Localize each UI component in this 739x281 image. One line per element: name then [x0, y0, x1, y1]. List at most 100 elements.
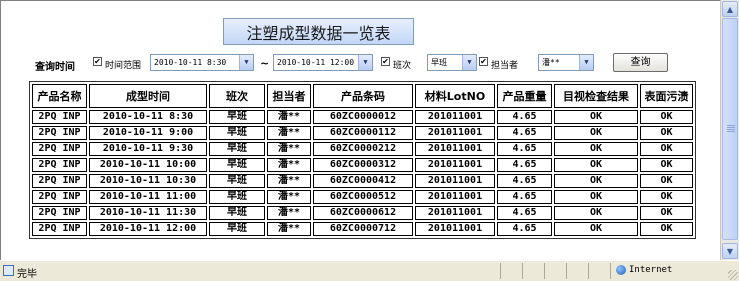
- table-row: 2PQ INP 2010-10-11 12:00 早班 潘** 60ZC0000712 2…: [32, 222, 693, 236]
- column-header: 班次: [209, 84, 265, 108]
- table-cell: 4.65: [497, 174, 552, 188]
- table-cell: OK: [554, 190, 638, 204]
- table-cell: 201011001: [415, 190, 495, 204]
- table-cell: 60ZC0000012: [313, 110, 413, 124]
- scrollbar-thumb[interactable]: [722, 18, 738, 240]
- column-header: 成型时间: [89, 84, 207, 108]
- scroll-up-arrow-icon[interactable]: ▲: [722, 1, 738, 17]
- table-cell: 2010-10-11 8:30: [89, 110, 207, 124]
- table-cell: 早班: [209, 158, 265, 172]
- table-cell: 2PQ INP: [32, 142, 87, 156]
- table-cell: 2PQ INP: [32, 126, 87, 140]
- vertical-scrollbar[interactable]: ▲ ▼: [720, 0, 739, 260]
- status-bar: 完毕 Internet: [0, 260, 739, 281]
- table-cell: OK: [640, 174, 693, 188]
- start-time-value: 2010-10-11 8:30: [154, 58, 227, 67]
- column-header: 产品名称: [32, 84, 87, 108]
- table-cell: OK: [554, 174, 638, 188]
- table-cell: 2010-10-11 12:00: [89, 222, 207, 236]
- range-separator: ~: [260, 57, 270, 70]
- start-time-dropdown[interactable]: 2010-10-11 8:30 ▼: [150, 54, 254, 71]
- table-cell: 潘**: [267, 126, 311, 140]
- table-cell: OK: [554, 158, 638, 172]
- end-time-dropdown[interactable]: 2010-10-11 12:00 ▼: [273, 54, 373, 71]
- table-cell: 201011001: [415, 110, 495, 124]
- table-cell: 2PQ INP: [32, 174, 87, 188]
- table-cell: 2010-10-11 11:30: [89, 206, 207, 220]
- column-header: 产品条码: [313, 84, 413, 108]
- table-cell: 201011001: [415, 142, 495, 156]
- zone-text: Internet: [629, 265, 673, 275]
- table-row: 2PQ INP 2010-10-11 10:00 早班 潘** 60ZC0000312 2…: [32, 158, 693, 172]
- table-cell: 潘**: [267, 222, 311, 236]
- table-cell: 60ZC0000512: [313, 190, 413, 204]
- table-cell: 4.65: [497, 126, 552, 140]
- table-cell: 早班: [209, 206, 265, 220]
- table-cell: 201011001: [415, 126, 495, 140]
- table-cell: 4.65: [497, 222, 552, 236]
- globe-icon: [616, 265, 626, 275]
- chevron-down-icon[interactable]: ▼: [239, 55, 253, 70]
- time-range-checkbox[interactable]: ✔: [93, 57, 102, 66]
- page-title: 注塑成型数据一览表: [223, 18, 414, 45]
- table-cell: 2PQ INP: [32, 222, 87, 236]
- table-cell: 60ZC0000112: [313, 126, 413, 140]
- owner-dropdown[interactable]: 潘** ▼: [538, 54, 594, 71]
- table-cell: 2PQ INP: [32, 158, 87, 172]
- shift-checkbox[interactable]: ✔: [381, 57, 390, 66]
- table-cell: 4.65: [497, 190, 552, 204]
- table-cell: OK: [640, 206, 693, 220]
- table-cell: OK: [554, 126, 638, 140]
- query-button[interactable]: 查询: [613, 53, 668, 72]
- table-cell: 201011001: [415, 158, 495, 172]
- column-header: 担当者: [267, 84, 311, 108]
- table-cell: 早班: [209, 110, 265, 124]
- status-text: 完毕: [17, 269, 37, 280]
- table-cell: 早班: [209, 174, 265, 188]
- table-cell: 2010-10-11 9:30: [89, 142, 207, 156]
- table-row: 2PQ INP 2010-10-11 11:00 早班 潘** 60ZC0000512 2…: [32, 190, 693, 204]
- table-cell: 4.65: [497, 206, 552, 220]
- scroll-down-arrow-icon[interactable]: ▼: [722, 243, 738, 259]
- shift-value: 早班: [431, 58, 447, 67]
- table-cell: 60ZC0000312: [313, 158, 413, 172]
- chevron-down-icon[interactable]: ▼: [462, 55, 476, 70]
- chevron-down-icon[interactable]: ▼: [579, 55, 593, 70]
- resize-grip-icon[interactable]: [728, 270, 738, 280]
- table-cell: 4.65: [497, 142, 552, 156]
- table-cell: 潘**: [267, 110, 311, 124]
- table-cell: OK: [554, 222, 638, 236]
- data-table: 产品名称 成型时间 班次 担当者 产品条码 材料LotNO 产品重量 目视检查结…: [29, 81, 696, 239]
- table-cell: 潘**: [267, 158, 311, 172]
- chevron-down-icon[interactable]: ▼: [358, 55, 372, 70]
- column-header: 表面污渍: [640, 84, 693, 108]
- table-cell: 潘**: [267, 190, 311, 204]
- shift-dropdown[interactable]: 早班 ▼: [427, 54, 477, 71]
- table-row: 2PQ INP 2010-10-11 10:30 早班 潘** 60ZC0000412 2…: [32, 174, 693, 188]
- shift-label: 班次: [393, 61, 412, 71]
- page-title-text: 注塑成型数据一览表: [246, 23, 391, 43]
- table-cell: 4.65: [497, 158, 552, 172]
- table-cell: 60ZC0000712: [313, 222, 413, 236]
- owner-checkbox[interactable]: ✔: [479, 57, 488, 66]
- table-row: 2PQ INP 2010-10-11 9:30 早班 潘** 60ZC0000212 20…: [32, 142, 693, 156]
- table-cell: 2010-10-11 11:00: [89, 190, 207, 204]
- table-cell: OK: [554, 110, 638, 124]
- table-row: 2PQ INP 2010-10-11 8:30 早班 潘** 60ZC0000012 20…: [32, 110, 693, 124]
- table-cell: 201011001: [415, 222, 495, 236]
- table-cell: 2010-10-11 9:00: [89, 126, 207, 140]
- table-cell: 早班: [209, 190, 265, 204]
- table-cell: OK: [640, 110, 693, 124]
- column-header: 产品重量: [497, 84, 552, 108]
- column-header: 材料LotNO: [415, 84, 495, 108]
- browser-content-area: 注塑成型数据一览表 查询时间 ✔ 时间范围 2010-10-11 8:30 ▼ …: [0, 0, 720, 260]
- table-cell: 潘**: [267, 174, 311, 188]
- time-range-label: 时间范围: [105, 61, 142, 71]
- table-cell: 早班: [209, 142, 265, 156]
- query-time-label: 查询时间: [35, 62, 75, 73]
- table-cell: OK: [640, 158, 693, 172]
- table-header-row: 产品名称 成型时间 班次 担当者 产品条码 材料LotNO 产品重量 目视检查结…: [32, 84, 693, 108]
- table-cell: 2PQ INP: [32, 190, 87, 204]
- owner-label: 担当者: [491, 61, 519, 71]
- table-cell: 60ZC0000212: [313, 142, 413, 156]
